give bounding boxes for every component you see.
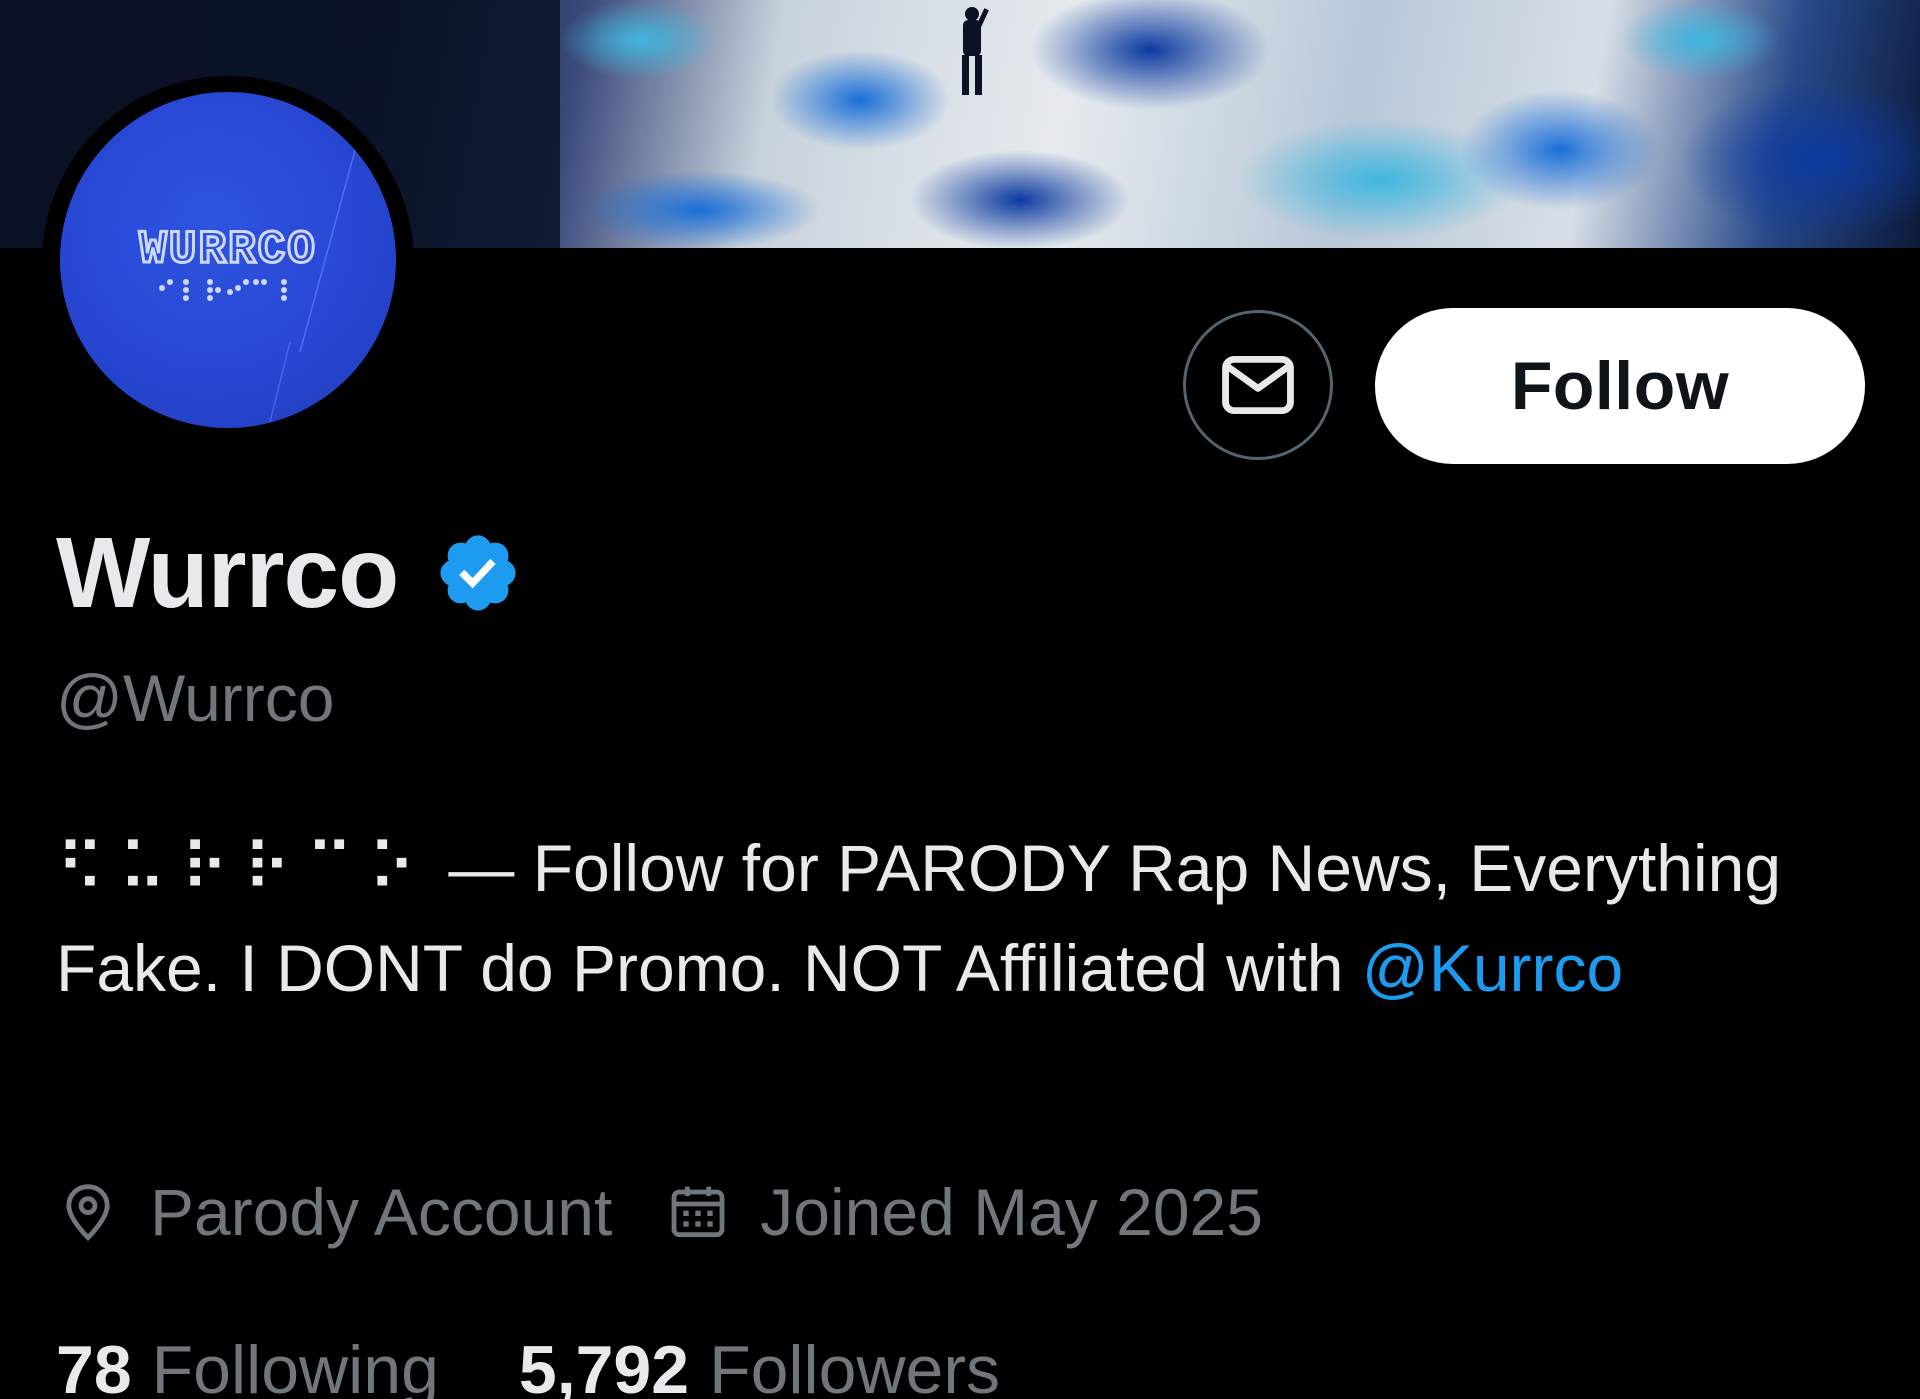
joined-item: Joined May 2025 [666, 1174, 1263, 1250]
bio-mention-link[interactable]: @Kurrco [1362, 931, 1623, 1005]
following-link[interactable]: 78 Following [56, 1331, 439, 1399]
follow-button[interactable]: Follow [1375, 308, 1865, 464]
bio-braille: ⠫⠥⠗⠗⠉⠕ [56, 831, 431, 905]
profile-bio: ⠫⠥⠗⠗⠉⠕ — Follow for PARODY Rap News, Eve… [56, 818, 1856, 1018]
avatar[interactable]: WURRCO [60, 92, 396, 428]
message-button[interactable] [1183, 310, 1333, 460]
followers-count: 5,792 [518, 1332, 690, 1399]
followers-link[interactable]: 5,792 Followers [519, 1331, 1000, 1399]
user-handle: @Wurrco [56, 661, 335, 735]
followers-label: Followers [709, 1332, 1001, 1399]
location-item: Parody Account [56, 1174, 612, 1250]
name-row: Wurrco [56, 516, 522, 629]
following-count: 78 [56, 1332, 132, 1399]
bio-dash: — [430, 831, 533, 905]
joined-text: Joined May 2025 [760, 1175, 1263, 1249]
verified-check-icon[interactable] [434, 529, 522, 617]
display-name: Wurrco [56, 516, 399, 629]
envelope-icon [1222, 355, 1294, 415]
location-text: Parody Account [150, 1175, 613, 1249]
following-label: Following [151, 1332, 439, 1399]
avatar-logo-text: WURRCO [139, 224, 317, 276]
profile-page: WURRCO Follow Wurrco @Wurrco ⠫⠥⠗⠗⠉⠕ — Fo… [0, 0, 1920, 1399]
profile-meta: Parody Account Joined May 2025 [56, 1172, 1263, 1252]
profile-stats: 78 Following 5,792 Followers [56, 1325, 1000, 1399]
location-pin-icon [66, 1184, 110, 1241]
calendar-icon [671, 1186, 725, 1238]
